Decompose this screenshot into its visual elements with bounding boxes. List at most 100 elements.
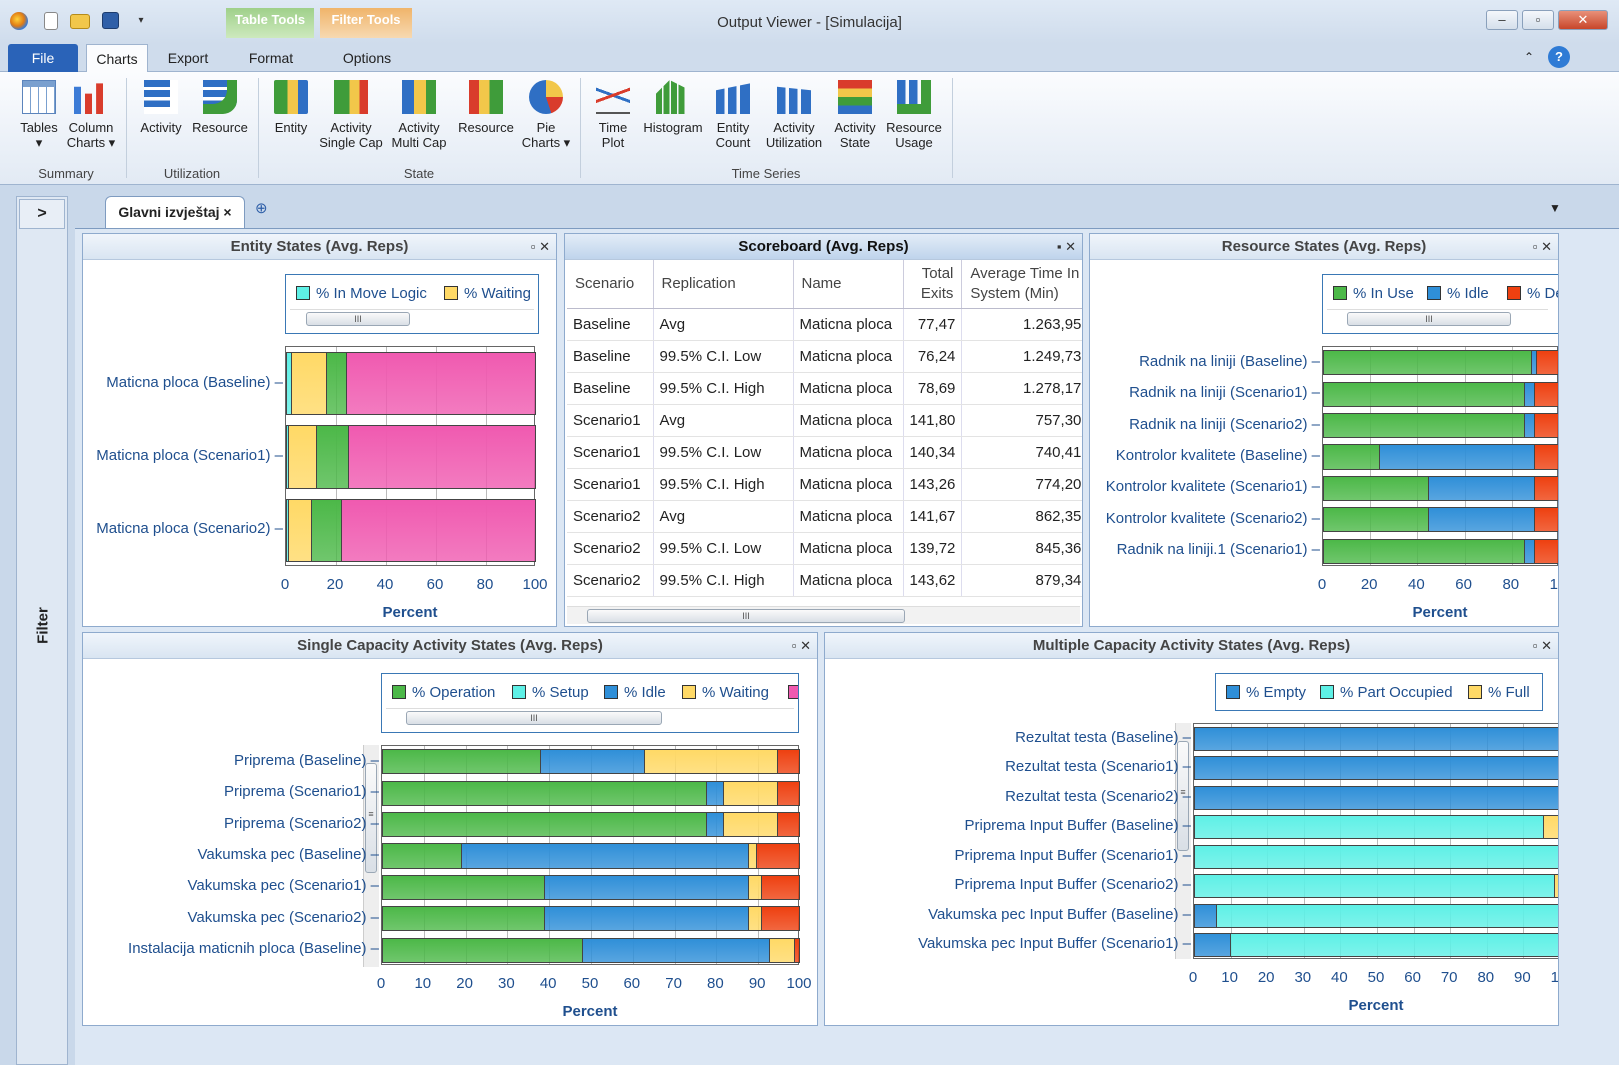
table-column-header[interactable]: Scenario <box>567 260 654 309</box>
restore-button[interactable]: ▫ <box>1522 10 1554 30</box>
stacked-bar[interactable] <box>1323 507 1558 533</box>
category-label: Priprema Input Buffer (Baseline) – <box>964 817 1191 835</box>
stacked-bar[interactable] <box>286 352 536 416</box>
window-title: Output Viewer - [Simulacija] <box>717 14 902 31</box>
table-row[interactable]: Scenario1 99.5% C.I. Low Maticna ploca 140,… <box>567 436 1082 469</box>
stacked-bar[interactable] <box>1323 381 1558 407</box>
table-cell: 757,30 <box>961 404 1082 437</box>
close-button[interactable]: ✕ <box>1558 10 1608 30</box>
doc-menu-chevron-icon[interactable]: ▼ <box>1549 201 1561 215</box>
state-resource-button[interactable]: Resource <box>454 80 518 135</box>
stacked-bar[interactable] <box>1194 933 1558 958</box>
activity-state-button[interactable]: Activity State <box>828 80 882 150</box>
stacked-bar[interactable] <box>382 749 800 775</box>
stacked-bar[interactable] <box>286 498 536 562</box>
x-tick-label: 20 <box>326 576 344 593</box>
x-tick-label: 100 <box>522 576 548 593</box>
table-row[interactable]: Scenario2 99.5% C.I. High Maticna ploca 143… <box>567 564 1082 597</box>
x-tick-label: 10 <box>1550 969 1559 986</box>
stacked-bar[interactable] <box>1194 874 1558 899</box>
stacked-bar[interactable] <box>1194 903 1558 928</box>
stacked-bar[interactable] <box>1194 756 1558 781</box>
entity-count-button[interactable]: Entity Count <box>708 80 758 150</box>
table-column-header[interactable]: Total Exits <box>903 260 963 309</box>
resource-usage-button[interactable]: Resource Usage <box>884 80 944 150</box>
table-column-header[interactable]: Name <box>793 260 904 309</box>
utilization-resource-button[interactable]: Resource <box>190 80 250 135</box>
tables-button[interactable]: Tables ▾ <box>14 80 64 150</box>
stacked-bar[interactable] <box>286 425 536 489</box>
utilization-activity-button[interactable]: Activity <box>134 80 188 135</box>
stacked-bar[interactable] <box>382 906 800 932</box>
state-activity-multi-cap-button[interactable]: Activity Multi Cap <box>388 80 450 150</box>
panel-window-buttons[interactable]: ▫ ✕ <box>531 234 550 260</box>
stacked-bar[interactable] <box>1323 444 1558 470</box>
table-cell: Maticna ploca <box>793 436 904 469</box>
filter-label: Filter <box>34 607 52 644</box>
doc-tab-glavni-izvjestaj[interactable]: Glavni izvještaj × <box>105 196 245 228</box>
filter-expand-button[interactable]: > <box>19 199 65 229</box>
filter-sidebar[interactable]: > Filter <box>16 196 68 1065</box>
stacked-bar[interactable] <box>1323 538 1558 564</box>
stacked-bar[interactable] <box>382 937 800 963</box>
table-column-header[interactable]: Average Time In System (Min) <box>961 260 1082 309</box>
group-separator <box>258 78 259 178</box>
table-cell: Maticna ploca <box>793 308 904 341</box>
table-row[interactable]: Baseline Avg Maticna ploca 77,47 1.263,95 <box>567 308 1082 341</box>
collapse-ribbon-icon[interactable]: ⌃ <box>1524 50 1534 64</box>
chart-legend: % In Move Logic % Waiting III <box>285 274 539 334</box>
tab-format[interactable]: Format <box>236 44 306 72</box>
stacked-bar[interactable] <box>382 780 800 806</box>
tab-charts[interactable]: Charts <box>86 44 148 72</box>
stacked-bar[interactable] <box>1323 475 1558 501</box>
minimize-button[interactable]: – <box>1486 10 1518 30</box>
help-icon[interactable]: ? <box>1548 46 1570 68</box>
tab-file[interactable]: File <box>8 44 78 72</box>
table-row[interactable]: Scenario1 99.5% C.I. High Maticna ploca 143… <box>567 468 1082 501</box>
table-horizontal-scrollbar[interactable]: III <box>567 606 1080 624</box>
legend-scrollbar[interactable]: III <box>290 309 534 327</box>
pie-charts-button[interactable]: Pie Charts ▾ <box>520 80 572 150</box>
table-column-header[interactable]: Replication <box>653 260 794 309</box>
panel-window-buttons[interactable]: ▫ ✕ <box>792 633 811 659</box>
stacked-bar[interactable] <box>1194 726 1558 751</box>
table-cell: Maticna ploca <box>793 532 904 565</box>
stacked-bar[interactable] <box>382 843 800 869</box>
x-tick-label: 20 <box>456 975 473 992</box>
add-tab-icon[interactable]: ⊕ <box>255 199 268 217</box>
stacked-bar[interactable] <box>382 812 800 838</box>
resource-usage-icon <box>897 80 931 114</box>
legend-scrollbar[interactable]: III <box>386 708 794 726</box>
histogram-button[interactable]: Histogram <box>640 80 706 135</box>
state-entity-button[interactable]: Entity <box>266 80 316 135</box>
table-row[interactable]: Scenario2 99.5% C.I. Low Maticna ploca 139,… <box>567 532 1082 565</box>
stacked-bar[interactable] <box>1323 350 1558 376</box>
panel-window-buttons[interactable]: ▫ ✕ <box>1533 234 1552 260</box>
stacked-bar[interactable] <box>1194 815 1558 840</box>
time-plot-button[interactable]: Time Plot <box>588 80 638 150</box>
table-row[interactable]: Scenario2 Avg Maticna ploca 141,67 862,35 <box>567 500 1082 533</box>
stacked-bar[interactable] <box>382 874 800 900</box>
panel-window-buttons[interactable]: ▫ ✕ <box>1533 633 1552 659</box>
state-activity-single-cap-button[interactable]: Activity Single Cap <box>318 80 384 150</box>
bar-segment <box>1429 508 1535 532</box>
tab-export[interactable]: Export <box>158 44 218 72</box>
panel-window-buttons[interactable]: ▪ ✕ <box>1057 234 1076 260</box>
legend-swatch-pink <box>788 684 798 701</box>
tab-options[interactable]: Options <box>332 44 402 72</box>
column-charts-button[interactable]: Column Charts ▾ <box>64 80 118 150</box>
table-cell: Baseline <box>567 308 654 341</box>
stacked-bar[interactable] <box>1194 844 1558 869</box>
stacked-bar[interactable] <box>1194 785 1558 810</box>
legend-scrollbar[interactable]: III <box>1327 309 1548 327</box>
table-cell: 99.5% C.I. High <box>653 564 794 597</box>
stacked-bar[interactable] <box>1323 413 1558 439</box>
table-row[interactable]: Baseline 99.5% C.I. Low Maticna ploca 76,24… <box>567 340 1082 373</box>
x-tick-label: 60 <box>426 576 444 593</box>
activity-utilization-button[interactable]: Activity Utilization <box>762 80 826 150</box>
panel-title: Resource States (Avg. Reps) <box>1090 234 1558 260</box>
table-row[interactable]: Scenario1 Avg Maticna ploca 141,80 757,30 <box>567 404 1082 437</box>
table-cell: Scenario1 <box>567 436 654 469</box>
table-row[interactable]: Baseline 99.5% C.I. High Maticna ploca 78,6… <box>567 372 1082 405</box>
table-cell: Maticna ploca <box>793 468 904 501</box>
